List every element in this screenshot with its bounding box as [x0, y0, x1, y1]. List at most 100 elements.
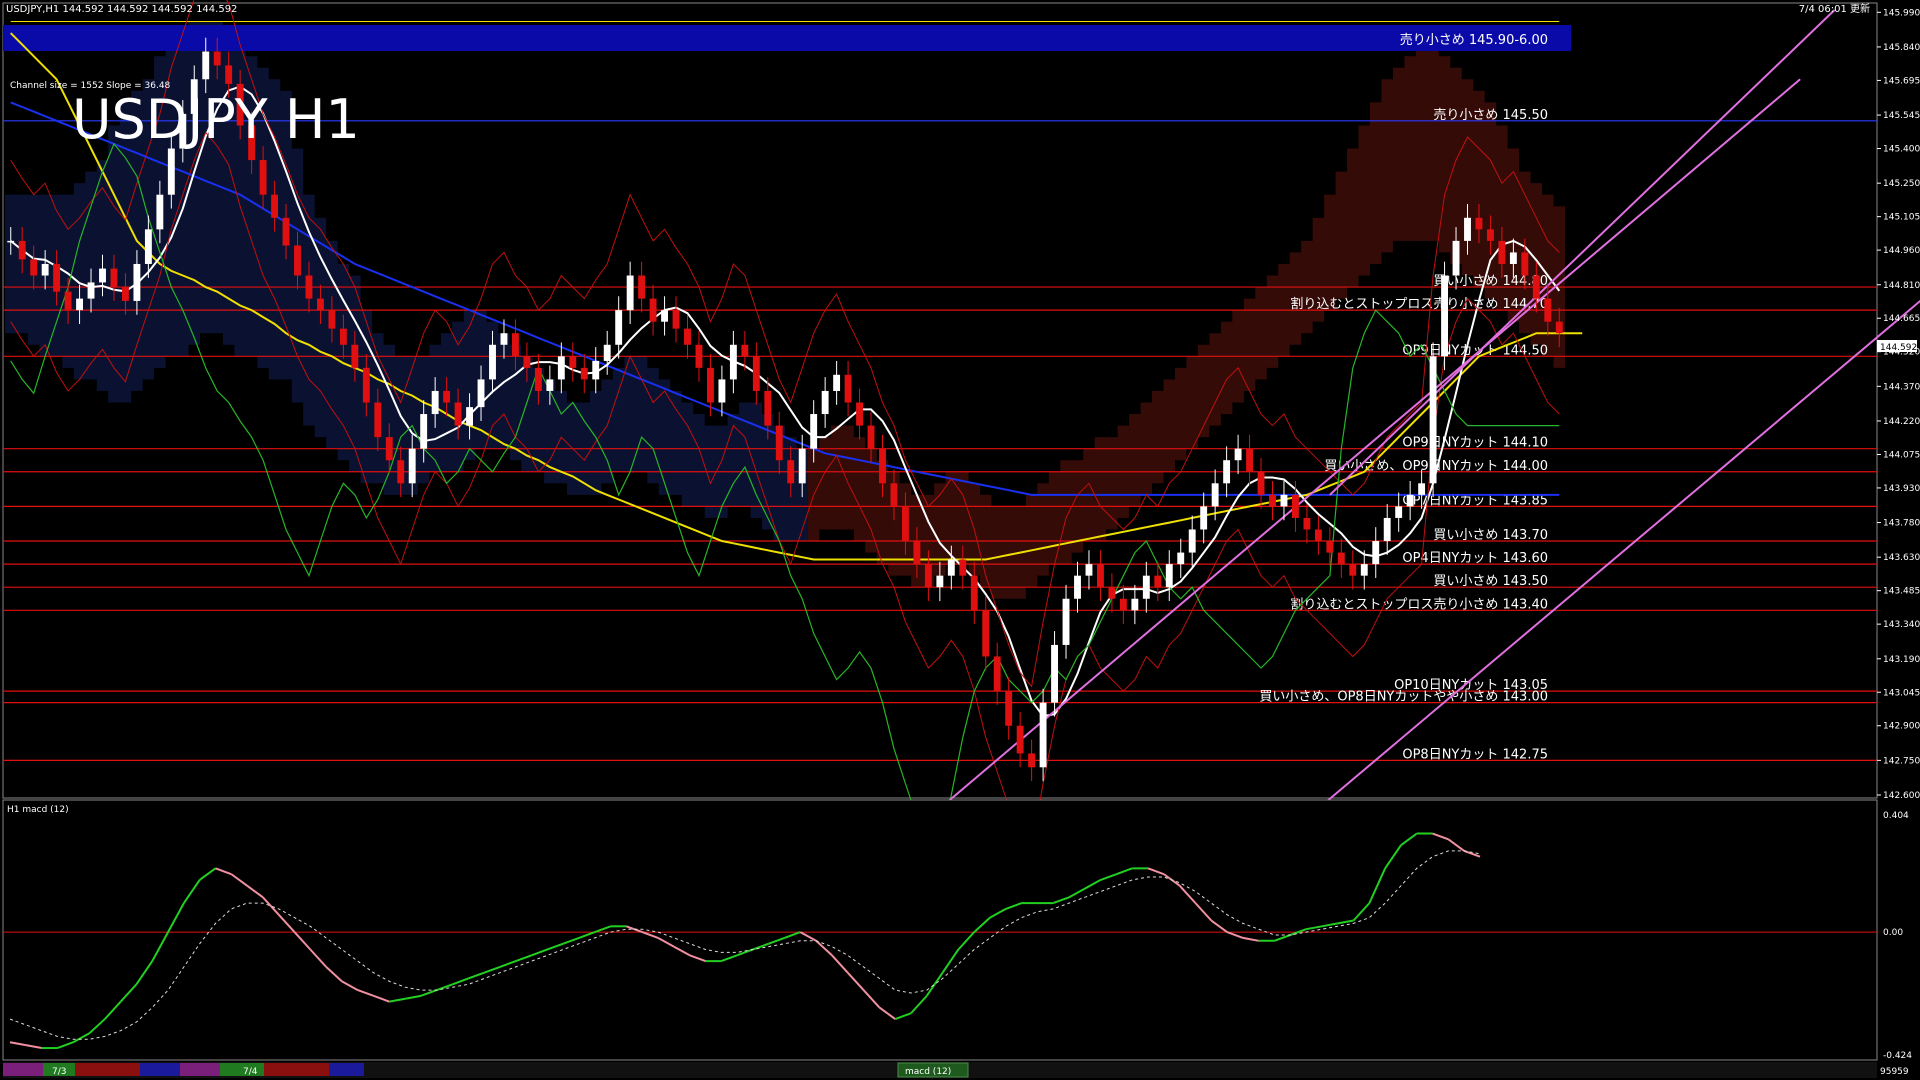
level-label: 買い小さめ、OP8日NYカットやや小さめ 143.00: [1259, 690, 1548, 705]
price-tick-label: 143.190: [1883, 655, 1920, 665]
cloud-segment: [1002, 506, 1015, 599]
candle-body: [856, 402, 863, 426]
macd-axis: 0.404 0.00 -0.424: [1883, 811, 1912, 1061]
cloud-segment: [1186, 356, 1198, 449]
current-price-label: 144.592: [1880, 343, 1917, 353]
candle-body: [408, 448, 416, 484]
candle-body: [1154, 575, 1162, 588]
cloud-segment: [1347, 148, 1359, 288]
candle-body: [1177, 552, 1185, 565]
price-tick-label: 143.045: [1883, 688, 1920, 698]
candle-body: [879, 448, 886, 484]
level-label: 買い小さめ 144.80: [1433, 274, 1548, 289]
cloud-segment: [1507, 148, 1520, 322]
candle-body: [64, 291, 72, 311]
candle-body: [443, 390, 451, 403]
level-label: 割り込むとストップロス売り小さめ 144.70: [1290, 296, 1548, 312]
level-label: OP8日NYカット 142.75: [1402, 747, 1548, 762]
price-tick-label: 143.630: [1883, 553, 1920, 563]
candle-body: [53, 263, 61, 292]
macd-tick-label: 0.00: [1883, 928, 1903, 938]
price-tick-label: 145.250: [1883, 179, 1920, 189]
cloud-segment: [1175, 367, 1187, 461]
candle-body: [133, 263, 141, 301]
candle-body: [1383, 517, 1391, 542]
candle-body: [1555, 321, 1563, 334]
candle-body: [167, 148, 175, 195]
cloud-segment: [1370, 102, 1382, 264]
price-tick-label: 142.750: [1883, 756, 1920, 766]
candle-body: [1097, 564, 1104, 588]
candle-body: [569, 356, 577, 368]
cloud-segment: [1404, 56, 1416, 241]
candle-body: [1292, 494, 1299, 518]
date-strip: 7/3 7/4 macd (12) 95959: [3, 1062, 1909, 1078]
candle-body: [1119, 598, 1127, 611]
candle-body: [1062, 598, 1070, 645]
candle-body: [672, 310, 680, 329]
cloud-segment: [853, 437, 866, 542]
candle-body: [122, 287, 129, 301]
cloud-segment: [1094, 437, 1107, 542]
candle-body: [1108, 587, 1116, 599]
status-box-label: macd (12): [905, 1067, 951, 1077]
candle-body: [1051, 644, 1058, 703]
cloud-segment: [1358, 125, 1370, 276]
candle-body: [741, 344, 749, 357]
candle-body: [1441, 275, 1448, 357]
price-tick-label: 145.105: [1883, 213, 1920, 223]
candle-body: [1452, 240, 1460, 276]
price-tick-label: 144.370: [1883, 382, 1920, 392]
candle-body: [615, 310, 623, 345]
candle-body: [993, 656, 1001, 692]
candle-body: [695, 344, 703, 368]
cloud-segment: [1048, 471, 1061, 565]
candle-body: [592, 360, 600, 380]
candle-body: [902, 506, 909, 542]
cloud-segment: [635, 356, 648, 472]
cloud-segment: [1129, 414, 1141, 507]
candle-body: [626, 275, 634, 311]
cloud-segment: [830, 425, 843, 530]
candle-body: [477, 379, 485, 408]
candle-body: [1028, 753, 1036, 768]
cloud-segment: [1220, 321, 1233, 415]
cloud-segment: [991, 506, 1003, 599]
candle-body: [890, 483, 898, 507]
candle-body: [1395, 506, 1403, 518]
price-tick-label: 143.340: [1883, 620, 1920, 630]
candle-body: [1131, 598, 1139, 611]
candle-body: [271, 194, 278, 218]
candle-body: [959, 559, 967, 576]
candle-body: [213, 51, 221, 66]
candle-body: [317, 298, 324, 311]
cloud-segment: [1335, 171, 1348, 299]
candle-body: [1234, 448, 1242, 461]
candle-body: [7, 240, 15, 243]
price-tick-label: 142.600: [1883, 791, 1920, 801]
price-tick-label: 144.075: [1883, 450, 1920, 460]
candle-body: [1475, 217, 1483, 230]
candle-body: [99, 268, 106, 283]
candle-body: [1521, 252, 1529, 276]
candle-body: [339, 328, 347, 345]
price-tick-label: 143.485: [1883, 587, 1920, 597]
session-block: [75, 1063, 140, 1076]
candle-body: [466, 407, 473, 426]
candle-body: [362, 367, 370, 403]
candle-body: [1005, 691, 1013, 726]
candle-body: [1085, 564, 1093, 576]
candle-body: [752, 356, 760, 391]
cloud-segment: [1243, 298, 1256, 391]
level-label: 売り小さめ 145.50: [1433, 107, 1548, 123]
candle-body: [431, 390, 439, 415]
candle-body: [18, 240, 26, 260]
chart-canvas[interactable]: 売り小さめ 145.90-6.00 売り小さめ 145.50 買い小さめ 144.…: [0, 0, 1920, 1080]
candle-body: [1039, 702, 1047, 768]
candle-body: [351, 344, 359, 368]
cloud-segment: [1106, 437, 1118, 530]
candle-body: [810, 414, 818, 449]
macd-tick-label: 0.404: [1883, 811, 1909, 821]
candle-body: [1429, 356, 1437, 484]
cloud-segment: [739, 402, 751, 507]
